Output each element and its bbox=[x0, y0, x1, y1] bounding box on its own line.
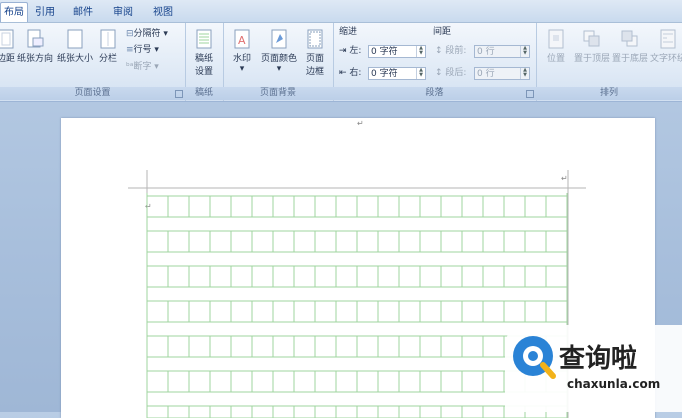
group-page-setup: 边距 纸张方向 纸张大小 分栏 ⊟分隔符 ▾ ≡行号 ▾ ᵇᵃ断字 ▾ 页面设置 bbox=[0, 23, 186, 101]
watermark-url: chaxunla.com bbox=[567, 377, 660, 391]
indent-right-label: ⇤ 右: bbox=[339, 68, 362, 78]
send-to-back-button[interactable]: 置于底层 bbox=[612, 29, 648, 64]
text-wrap-button[interactable]: 文字环绕 bbox=[650, 29, 682, 64]
spacing-after-input[interactable]: 0 行 ▲ ▼ bbox=[474, 67, 530, 80]
spacing-after-label: ↕ 段后: bbox=[435, 68, 467, 78]
ribbon: 边距 纸张方向 纸张大小 分栏 ⊟分隔符 ▾ ≡行号 ▾ ᵇᵃ断字 ▾ 页面设置 bbox=[0, 22, 682, 102]
position-button[interactable]: 位置 bbox=[540, 29, 572, 64]
indent-right-icon: ⇤ bbox=[339, 68, 347, 78]
group-page-background: A 水印 ▾ 页面颜色 ▾ 页面 边框 页面背景 bbox=[223, 23, 334, 101]
tab-mailings[interactable]: 邮件 bbox=[66, 3, 100, 22]
site-watermark: 查询啦 chaxunla.com bbox=[505, 325, 682, 412]
breaks-button[interactable]: ⊟分隔符 ▾ bbox=[126, 27, 168, 41]
spinner-icon[interactable]: ▲ ▼ bbox=[520, 68, 529, 79]
dropdown-arrow-icon: ▾ bbox=[160, 29, 168, 39]
breaks-icon: ⊟ bbox=[126, 29, 134, 39]
spacing-title: 间距 bbox=[433, 27, 452, 37]
line-numbers-button[interactable]: ≡行号 ▾ bbox=[126, 43, 159, 57]
svg-text:A: A bbox=[238, 34, 246, 47]
group-label-paragraph: 段落 bbox=[333, 87, 536, 100]
group-arrange: 位置 置于顶层 置于底层 文字环绕 排列 bbox=[536, 23, 682, 101]
spacing-before-input[interactable]: 0 行 ▲ ▼ bbox=[474, 45, 530, 58]
paragraph-launcher-icon[interactable] bbox=[526, 90, 534, 98]
spinner-icon[interactable]: ▲ ▼ bbox=[416, 46, 425, 57]
margins-icon bbox=[0, 29, 14, 49]
page-borders-button[interactable]: 页面 边框 bbox=[301, 29, 329, 77]
indent-left-input[interactable]: 0 字符 ▲ ▼ bbox=[368, 45, 426, 58]
page-setup-launcher-icon[interactable] bbox=[175, 90, 183, 98]
orientation-icon bbox=[27, 29, 44, 48]
text-wrap-icon bbox=[660, 29, 676, 49]
indent-right-input[interactable]: 0 字符 ▲ ▼ bbox=[368, 67, 426, 80]
spacing-before-icon: ↕ bbox=[435, 46, 443, 56]
indent-left-label: ⇥ 左: bbox=[339, 46, 362, 56]
bring-to-front-icon bbox=[583, 30, 600, 47]
tab-references[interactable]: 引用 bbox=[28, 3, 62, 22]
ribbon-tab-bar: 布局 引用 邮件 审阅 视图 bbox=[0, 0, 682, 23]
indent-left-icon: ⇥ bbox=[339, 46, 347, 56]
columns-icon bbox=[100, 29, 116, 49]
dropdown-arrow-icon: ▾ bbox=[151, 62, 159, 72]
group-label-arrange: 排列 bbox=[536, 87, 682, 100]
position-icon bbox=[548, 29, 564, 49]
watermark-button[interactable]: A 水印 ▾ bbox=[227, 29, 257, 74]
group-paragraph: 缩进 ⇥ 左: 0 字符 ▲ ▼ ⇤ 右: 0 字符 ▲ ▼ 间距 ↕ 段前: 0 … bbox=[333, 23, 537, 101]
page-color-icon bbox=[271, 29, 287, 49]
bring-to-front-button[interactable]: 置于顶层 bbox=[574, 29, 610, 64]
dropdown-arrow-icon: ▾ bbox=[276, 64, 282, 74]
dropdown-arrow-icon: ▾ bbox=[151, 45, 159, 55]
watermark-icon: A bbox=[234, 29, 250, 49]
spacing-before-label: ↕ 段前: bbox=[435, 46, 467, 56]
spinner-icon[interactable]: ▲ ▼ bbox=[520, 46, 529, 57]
indent-title: 缩进 bbox=[339, 27, 358, 37]
spacing-after-icon: ↕ bbox=[435, 68, 443, 78]
dropdown-arrow-icon: ▾ bbox=[239, 64, 245, 74]
columns-button[interactable]: 分栏 bbox=[96, 29, 120, 64]
draft-paper-settings-button[interactable]: 稿纸 设置 bbox=[189, 29, 219, 77]
group-draft-paper: 稿纸 设置 稿纸 bbox=[185, 23, 224, 101]
line-numbers-icon: ≡ bbox=[126, 45, 134, 55]
page-size-icon bbox=[67, 29, 83, 49]
hyphenation-button[interactable]: ᵇᵃ断字 ▾ bbox=[126, 60, 159, 74]
tab-review[interactable]: 审阅 bbox=[106, 3, 140, 22]
watermark-brand: 查询啦 bbox=[559, 343, 637, 374]
page-color-button[interactable]: 页面颜色 ▾ bbox=[259, 29, 299, 74]
group-label-page-background: 页面背景 bbox=[223, 87, 333, 100]
page-borders-icon bbox=[307, 29, 323, 49]
group-label-draft-paper: 稿纸 bbox=[185, 87, 223, 100]
draft-paper-icon bbox=[196, 29, 212, 49]
group-label-page-setup: 页面设置 bbox=[0, 87, 185, 100]
send-to-back-icon bbox=[621, 30, 638, 47]
spinner-icon[interactable]: ▲ ▼ bbox=[416, 68, 425, 79]
orientation-button[interactable]: 纸张方向 bbox=[15, 29, 55, 64]
size-button[interactable]: 纸张大小 bbox=[56, 29, 94, 64]
tab-view[interactable]: 视图 bbox=[146, 3, 180, 22]
tab-layout[interactable]: 布局 bbox=[0, 2, 28, 23]
